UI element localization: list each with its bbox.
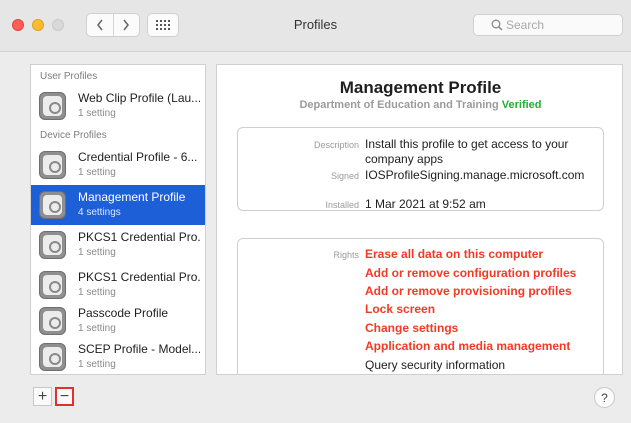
signed-label: Signed: [330, 171, 359, 181]
profile-name: Passcode Profile: [78, 306, 169, 320]
section-header-device-profiles: Device Profiles: [40, 130, 107, 141]
rights-item: Query security information: [365, 358, 506, 372]
profile-icon: [39, 343, 66, 371]
profile-icon: [39, 92, 66, 120]
profile-settings-count: 1 setting: [78, 323, 116, 334]
help-label: ?: [601, 390, 608, 405]
profile-name: Credential Profile - 6...: [78, 150, 198, 164]
list-item-pkcs1-credential-profile-1[interactable]: PKCS1 Credential Pro... 1 setting: [31, 225, 205, 265]
rights-item: Application and media management: [365, 339, 571, 353]
profile-title: Management Profile: [339, 78, 502, 97]
list-item-credential-profile[interactable]: Credential Profile - 6... 1 setting: [31, 145, 205, 185]
description-label: Description: [313, 140, 359, 150]
help-button[interactable]: ?: [594, 387, 615, 408]
list-item-scep-profile[interactable]: SCEP Profile - Model... 1 setting: [31, 337, 205, 374]
list-item-pkcs1-credential-profile-2[interactable]: PKCS1 Credential Pro... 1 setting: [31, 265, 205, 305]
section-header-user-profiles: User Profiles: [40, 71, 98, 82]
remove-label: −: [59, 387, 70, 405]
rights-item: Change settings: [365, 321, 459, 335]
profile-icon: [39, 271, 66, 299]
profile-name: SCEP Profile - Model...: [78, 342, 200, 356]
profile-icon: [39, 191, 66, 219]
organization-name: Department of Education and Training: [299, 99, 499, 111]
signed-value: IOSProfileSigning.manage.microsoft.com: [365, 168, 585, 182]
list-item-management-profile[interactable]: Management Profile 4 settings: [31, 185, 205, 225]
profile-icon: [39, 231, 66, 259]
profile-settings-count: 1 setting: [78, 108, 116, 119]
search-input[interactable]: [506, 17, 616, 33]
profile-name: Web Clip Profile (Lau...: [78, 91, 200, 105]
list-item-passcode-profile[interactable]: Passcode Profile 1 setting: [31, 301, 205, 341]
profile-detail-pane: Management Profile Department of Educati…: [216, 64, 623, 375]
profiles-window: Profiles User Profiles Web Clip Profile …: [0, 0, 631, 423]
profile-organization: Department of Education and Training Ver…: [217, 99, 622, 111]
profile-icon: [39, 151, 66, 179]
rights-label: Rights: [333, 250, 359, 260]
add-profile-button[interactable]: +: [33, 387, 52, 406]
profile-icon: [39, 307, 66, 335]
profile-settings-count: 1 setting: [78, 359, 116, 370]
profiles-list: User Profiles Web Clip Profile (Lau... 1…: [30, 64, 206, 375]
remove-profile-button[interactable]: −: [55, 387, 74, 406]
installed-label: Installed: [325, 200, 359, 210]
description-value: Install this profile to get access to yo…: [365, 137, 569, 166]
add-label: +: [37, 387, 48, 405]
profile-settings-count: 1 setting: [78, 287, 116, 298]
profile-info-box: Description Install this profile to get …: [237, 127, 604, 211]
search-icon: [491, 19, 503, 31]
profile-settings-count: 4 settings: [78, 207, 121, 218]
installed-value: 1 Mar 2021 at 9:52 am: [365, 197, 486, 211]
verified-badge: Verified: [501, 99, 542, 111]
rights-box: Rights Erase all data on this computer A…: [237, 238, 604, 374]
profile-name: Management Profile: [78, 190, 186, 204]
rights-item: Lock screen: [365, 302, 436, 316]
profile-name: PKCS1 Credential Pro...: [78, 270, 200, 284]
profile-name: PKCS1 Credential Pro...: [78, 230, 200, 244]
profile-settings-count: 1 setting: [78, 167, 116, 178]
rights-item: Add or remove provisioning profiles: [365, 284, 572, 298]
search-field[interactable]: [473, 14, 623, 36]
profile-settings-count: 1 setting: [78, 247, 116, 258]
rights-item: Add or remove configuration profiles: [365, 266, 577, 280]
rights-item: Erase all data on this computer: [365, 247, 544, 261]
title-bar: Profiles: [0, 0, 631, 52]
list-item-web-clip-profile[interactable]: Web Clip Profile (Lau... 1 setting: [31, 86, 205, 126]
